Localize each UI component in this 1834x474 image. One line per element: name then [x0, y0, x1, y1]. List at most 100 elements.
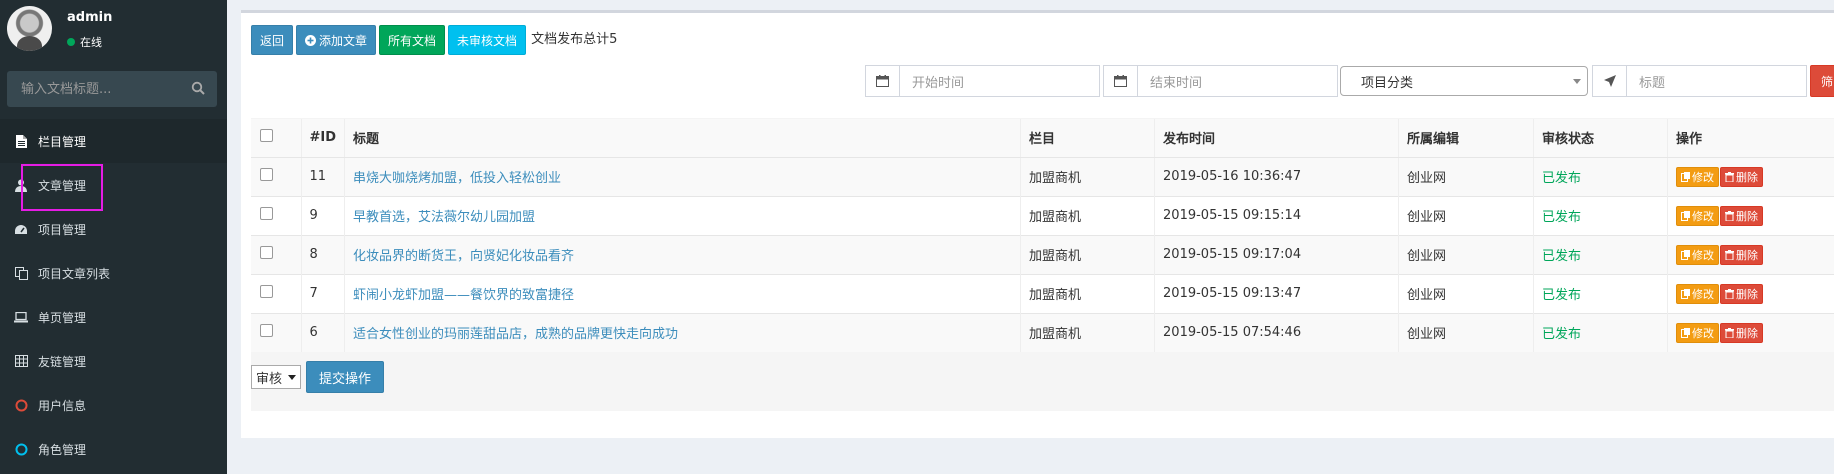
- sidebar-item-user-info[interactable]: 用户信息: [0, 383, 227, 427]
- sidebar-item-label: 角色管理: [38, 442, 87, 457]
- sidebar-item-label: 文章管理: [38, 178, 87, 193]
- circle-icon: [14, 398, 28, 412]
- edit-label: 修改: [1692, 248, 1715, 262]
- trash-icon: [1725, 327, 1735, 338]
- header-editor: 所属编辑: [1398, 119, 1535, 158]
- row-status: 已发布: [1542, 249, 1582, 264]
- edit-button[interactable]: 修改: [1676, 166, 1720, 187]
- table-row: 8 化妆品界的断货王，向贤妃化妆品看齐 加盟商机 2019-05-15 09:17:0…: [251, 234, 1834, 274]
- row-time: 2019-05-15 09:15:14: [1154, 195, 1400, 235]
- row-id: 6: [301, 312, 346, 352]
- row-title-link[interactable]: 串烧大咖烧烤加盟，低投入轻松创业: [353, 171, 561, 186]
- delete-button[interactable]: 删除: [1720, 244, 1764, 265]
- chevron-down-icon: [288, 374, 297, 380]
- bulk-actions: 审核 提交操作: [251, 361, 385, 393]
- edit-icon: [1681, 249, 1691, 260]
- sidebar-item-roles[interactable]: 角色管理: [0, 427, 227, 471]
- table-header-row: #ID 标题 栏目 发布时间 所属编辑 审核状态 操作: [251, 119, 1834, 158]
- file-icon: [14, 134, 28, 148]
- row-category: 加盟商机: [1020, 156, 1156, 196]
- delete-label: 删除: [1736, 287, 1759, 301]
- sidebar-item-label: 用户信息: [38, 398, 87, 413]
- row-status: 已发布: [1542, 327, 1582, 343]
- row-checkbox[interactable]: [260, 207, 273, 220]
- edit-icon: [1681, 327, 1691, 338]
- row-id: 7: [301, 273, 346, 313]
- row-time: 2019-05-15 09:17:04: [1154, 234, 1400, 274]
- back-button[interactable]: 返回: [251, 25, 294, 55]
- row-checkbox[interactable]: [260, 246, 273, 259]
- row-checkbox[interactable]: [260, 324, 273, 338]
- filter-button[interactable]: 筛: [1810, 65, 1834, 97]
- table-row: 9 早教首选，艾法薇尔幼儿园加盟 加盟商机 2019-05-15 09:15:14 创业…: [251, 195, 1834, 235]
- edit-label: 修改: [1692, 287, 1715, 301]
- calendar-icon: [865, 65, 900, 97]
- edit-icon: [1681, 288, 1691, 299]
- row-actions: 修改 删除: [1667, 195, 1834, 235]
- avatar[interactable]: [7, 6, 52, 51]
- sidebar-item-label: 单页管理: [38, 310, 87, 325]
- row-title-link[interactable]: 虾闹小龙虾加盟——餐饮界的致富捷径: [353, 288, 574, 303]
- user-name: admin: [67, 10, 113, 25]
- row-title-cell: 串烧大咖烧烤加盟，低投入轻松创业: [344, 156, 1022, 196]
- sidebar-item-label: 项目管理: [38, 222, 87, 237]
- delete-button[interactable]: 删除: [1720, 166, 1764, 187]
- submit-action-button[interactable]: 提交操作: [306, 361, 385, 393]
- row-category: 加盟商机: [1020, 195, 1156, 235]
- row-select-cell: [251, 312, 302, 352]
- plus-circle-icon: [305, 34, 317, 46]
- add-article-button[interactable]: 添加文章: [296, 25, 377, 55]
- bulk-action-value: 审核: [256, 371, 283, 387]
- end-date-input[interactable]: 结束时间: [1138, 65, 1338, 97]
- row-title-link[interactable]: 早教首选，艾法薇尔幼儿园加盟: [353, 210, 535, 225]
- row-title-link[interactable]: 适合女性创业的玛丽莲甜品店，成熟的品牌更快走向成功: [353, 327, 678, 342]
- title-filter-input[interactable]: 标题: [1627, 65, 1807, 97]
- sidebar-item-projects[interactable]: 项目管理: [0, 207, 227, 251]
- delete-label: 删除: [1736, 209, 1759, 223]
- user-status: 在线: [67, 34, 102, 50]
- toolbar: 返回 添加文章 所有文档 未审核文档 文档发布总计5: [251, 25, 617, 55]
- row-checkbox[interactable]: [260, 168, 273, 181]
- row-editor: 创业网: [1398, 234, 1535, 274]
- row-actions: 修改 删除: [1667, 273, 1834, 313]
- row-title-cell: 早教首选，艾法薇尔幼儿园加盟: [344, 195, 1022, 235]
- start-date-filter: 开始时间: [865, 65, 1100, 97]
- trash-icon: [1725, 210, 1735, 221]
- sidebar-item-articles[interactable]: 文章管理: [0, 163, 227, 207]
- row-time: 2019-05-15 09:13:47: [1154, 273, 1400, 313]
- search-icon[interactable]: [191, 81, 205, 95]
- row-editor: 创业网: [1398, 156, 1535, 196]
- row-status-cell: 已发布: [1533, 156, 1669, 196]
- row-title-cell: 适合女性创业的玛丽莲甜品店，成熟的品牌更快走向成功: [344, 312, 1022, 352]
- edit-label: 修改: [1692, 170, 1715, 184]
- category-select[interactable]: 项目分类: [1340, 66, 1588, 96]
- table-row: 6 适合女性创业的玛丽莲甜品店，成熟的品牌更快走向成功 加盟商机 2019-05-15…: [251, 312, 1834, 352]
- row-status: 已发布: [1542, 210, 1582, 225]
- row-editor: 创业网: [1398, 195, 1535, 235]
- trash-icon: [1725, 288, 1735, 299]
- delete-button[interactable]: 删除: [1720, 283, 1764, 304]
- sidebar-item-links[interactable]: 友链管理: [0, 339, 227, 383]
- edit-button[interactable]: 修改: [1676, 322, 1720, 343]
- select-all-checkbox[interactable]: [260, 129, 273, 143]
- row-title-cell: 化妆品界的断货王，向贤妃化妆品看齐: [344, 234, 1022, 274]
- sidebar-item-single-pages[interactable]: 单页管理: [0, 295, 227, 339]
- sidebar-menu: 栏目管理 文章管理 项目管理 项目文章列表 单页管理 友链管理 用户信息 角色管…: [0, 119, 227, 471]
- online-dot-icon: [67, 38, 75, 46]
- row-title-link[interactable]: 化妆品界的断货王，向贤妃化妆品看齐: [353, 249, 574, 264]
- unreviewed-docs-button[interactable]: 未审核文档: [448, 25, 527, 55]
- edit-button[interactable]: 修改: [1676, 283, 1720, 304]
- delete-button[interactable]: 删除: [1720, 322, 1764, 343]
- edit-button[interactable]: 修改: [1676, 205, 1720, 226]
- bulk-action-select[interactable]: 审核: [251, 365, 302, 389]
- header-id: #ID: [301, 119, 346, 158]
- search-input[interactable]: [7, 71, 217, 107]
- row-select-cell: [251, 195, 302, 235]
- row-checkbox[interactable]: [260, 285, 273, 298]
- sidebar-item-project-articles[interactable]: 项目文章列表: [0, 251, 227, 295]
- edit-button[interactable]: 修改: [1676, 244, 1720, 265]
- start-date-input[interactable]: 开始时间: [900, 65, 1100, 97]
- sidebar-item-columns[interactable]: 栏目管理: [0, 119, 227, 163]
- delete-button[interactable]: 删除: [1720, 205, 1764, 226]
- all-docs-button[interactable]: 所有文档: [379, 25, 446, 55]
